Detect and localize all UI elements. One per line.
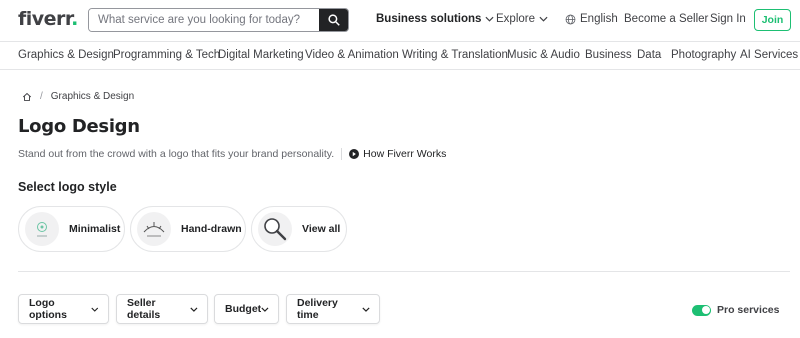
- category-video-animation[interactable]: Video & Animation: [305, 49, 399, 61]
- category-digital-marketing[interactable]: Digital Marketing: [218, 49, 304, 61]
- logo-style-heading: Select logo style: [18, 180, 117, 194]
- view-all-thumbnail: [258, 212, 292, 246]
- explore-label: Explore: [496, 13, 535, 25]
- logo-options-label: Logo options: [29, 297, 67, 321]
- category-menu: Graphics & Design Programming & Tech Dig…: [0, 41, 800, 70]
- delivery-time-filter[interactable]: Delivery time: [286, 294, 380, 324]
- search-bar: [88, 8, 349, 32]
- pro-services-toggle-row: Pro services: [692, 304, 779, 316]
- how-fiverr-works-label: How Fiverr Works: [363, 148, 447, 160]
- page-subtitle: Stand out from the crowd with a logo tha…: [18, 148, 335, 160]
- explore-menu[interactable]: Explore: [496, 13, 548, 25]
- how-fiverr-works-link[interactable]: How Fiverr Works: [349, 148, 446, 160]
- style-minimalist-card[interactable]: Minimalist: [18, 206, 125, 252]
- sign-in-link[interactable]: Sign In: [710, 13, 746, 25]
- budget-filter[interactable]: Budget: [214, 294, 279, 324]
- category-ai-services[interactable]: AI Services: [740, 49, 798, 61]
- fiverr-logo[interactable]: fiverr.: [18, 8, 78, 30]
- style-hand-drawn-card[interactable]: Hand-drawn: [130, 206, 246, 252]
- breadcrumb: / Graphics & Design: [22, 91, 134, 102]
- search-input[interactable]: [89, 9, 319, 31]
- style-hand-drawn-label: Hand-drawn: [181, 223, 242, 235]
- home-icon[interactable]: [22, 92, 32, 102]
- chevron-down-icon: [539, 16, 548, 22]
- language-label: English: [580, 13, 618, 25]
- logo-text: fiverr: [18, 8, 72, 30]
- search-icon: [327, 14, 340, 26]
- logo-dot: .: [71, 8, 78, 30]
- pro-services-label: Pro services: [717, 304, 780, 316]
- category-writing-translation[interactable]: Writing & Translation: [402, 49, 508, 61]
- seller-details-label: Seller details: [127, 297, 161, 321]
- page-title: Logo Design: [18, 116, 140, 137]
- business-solutions-menu[interactable]: Business solutions: [376, 13, 494, 25]
- category-business[interactable]: Business: [585, 49, 632, 61]
- chevron-down-icon: [261, 307, 269, 312]
- style-view-all-card[interactable]: View all: [251, 206, 347, 252]
- budget-label: Budget: [225, 303, 262, 315]
- category-photography[interactable]: Photography: [671, 49, 736, 61]
- seller-details-filter[interactable]: Seller details: [116, 294, 208, 324]
- logo-options-filter[interactable]: Logo options: [18, 294, 109, 324]
- subtitle-divider: [341, 148, 343, 160]
- style-view-all-label: View all: [302, 223, 341, 235]
- chevron-down-icon: [91, 307, 99, 312]
- chevron-down-icon: [190, 307, 198, 312]
- hand-drawn-thumbnail: [137, 212, 171, 246]
- globe-icon: [565, 14, 576, 24]
- become-seller-link[interactable]: Become a Seller: [624, 13, 708, 25]
- play-circle-icon: [349, 149, 360, 159]
- pro-services-toggle[interactable]: [692, 304, 711, 316]
- minimalist-thumbnail: [25, 212, 59, 246]
- sign-in-label: Sign In: [710, 13, 746, 25]
- category-programming-tech[interactable]: Programming & Tech: [113, 49, 220, 61]
- section-divider: [18, 271, 790, 272]
- top-header: fiverr. Business solutions Explore Engli…: [0, 0, 800, 41]
- hand-drawn-logo-sample-icon: [143, 222, 165, 237]
- delivery-time-label: Delivery time: [297, 297, 338, 321]
- page-subtitle-row: Stand out from the crowd with a logo tha…: [18, 148, 446, 160]
- search-button[interactable]: [319, 9, 348, 31]
- breadcrumb-separator: /: [40, 91, 43, 102]
- magnifying-glass-icon: [264, 218, 287, 241]
- style-minimalist-label: Minimalist: [69, 223, 121, 235]
- category-music-audio[interactable]: Music & Audio: [507, 49, 580, 61]
- toggle-knob: [701, 306, 710, 314]
- become-seller-label: Become a Seller: [624, 13, 709, 25]
- breadcrumb-graphics-design[interactable]: Graphics & Design: [51, 91, 134, 102]
- business-solutions-label: Business solutions: [376, 13, 482, 25]
- category-graphics-design[interactable]: Graphics & Design: [18, 49, 114, 61]
- minimalist-logo-sample-icon: [37, 222, 47, 237]
- join-button[interactable]: Join: [754, 9, 791, 31]
- language-selector[interactable]: English: [565, 13, 618, 25]
- category-data[interactable]: Data: [637, 49, 661, 61]
- chevron-down-icon: [485, 16, 494, 22]
- chevron-down-icon: [362, 306, 370, 312]
